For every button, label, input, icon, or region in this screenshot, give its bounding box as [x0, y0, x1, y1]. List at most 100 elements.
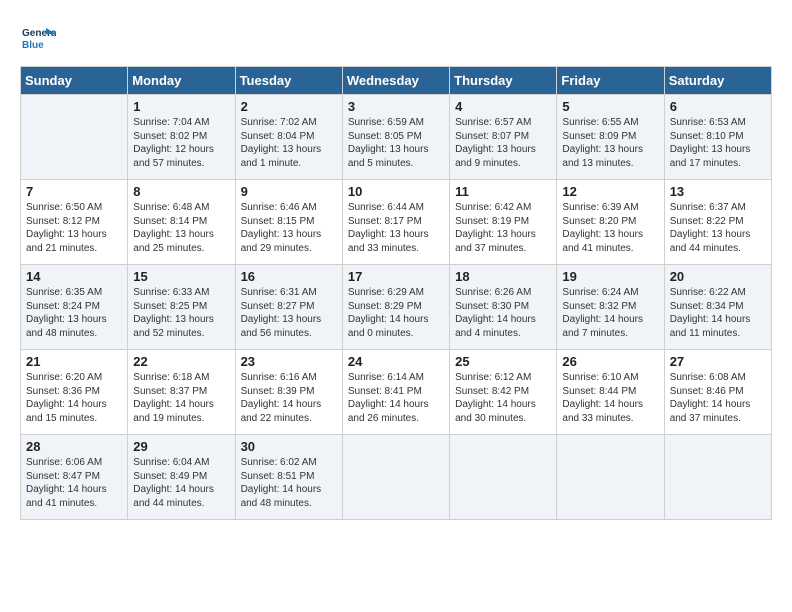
day-number: 8: [133, 184, 229, 199]
day-info: Sunrise: 6:59 AM Sunset: 8:05 PM Dayligh…: [348, 116, 444, 170]
calendar-cell: 10 Sunrise: 6:44 AM Sunset: 8:17 PM Dayli…: [342, 180, 449, 265]
day-info: Sunrise: 6:18 AM Sunset: 8:37 PM Dayligh…: [133, 371, 229, 425]
day-info: Sunrise: 7:04 AM Sunset: 8:02 PM Dayligh…: [133, 116, 229, 170]
day-info: Sunrise: 6:33 AM Sunset: 8:25 PM Dayligh…: [133, 286, 229, 340]
calendar-cell: 13 Sunrise: 6:37 AM Sunset: 8:22 PM Dayli…: [664, 180, 771, 265]
day-number: 22: [133, 354, 229, 369]
week-row-5: 28Sunrise: 6:06 AM Sunset: 8:47 PM Dayli…: [21, 435, 772, 520]
day-number: 4: [455, 99, 551, 114]
week-row-2: 7 Sunrise: 6:50 AM Sunset: 8:12 PM Daylig…: [21, 180, 772, 265]
week-row-3: 14 Sunrise: 6:35 AM Sunset: 8:24 PM Dayli…: [21, 265, 772, 350]
day-number: 13: [670, 184, 766, 199]
calendar-cell: 22 Sunrise: 6:18 AM Sunset: 8:37 PM Dayli…: [128, 350, 235, 435]
day-number: 30: [241, 439, 337, 454]
calendar-cell: 26 Sunrise: 6:10 AM Sunset: 8:44 PM Dayli…: [557, 350, 664, 435]
day-info: Sunrise: 6:48 AM Sunset: 8:14 PM Dayligh…: [133, 201, 229, 255]
week-row-4: 21 Sunrise: 6:20 AM Sunset: 8:36 PM Dayli…: [21, 350, 772, 435]
calendar-cell: 28Sunrise: 6:06 AM Sunset: 8:47 PM Dayli…: [21, 435, 128, 520]
calendar-cell: 18Sunrise: 6:26 AM Sunset: 8:30 PM Dayli…: [450, 265, 557, 350]
day-number: 12: [562, 184, 658, 199]
day-info: Sunrise: 6:39 AM Sunset: 8:20 PM Dayligh…: [562, 201, 658, 255]
day-number: 16: [241, 269, 337, 284]
day-info: Sunrise: 6:10 AM Sunset: 8:44 PM Dayligh…: [562, 371, 658, 425]
day-info: Sunrise: 6:04 AM Sunset: 8:49 PM Dayligh…: [133, 456, 229, 510]
calendar-cell: 24 Sunrise: 6:14 AM Sunset: 8:41 PM Dayli…: [342, 350, 449, 435]
calendar-cell: 25 Sunrise: 6:12 AM Sunset: 8:42 PM Dayli…: [450, 350, 557, 435]
calendar-table: SundayMondayTuesdayWednesdayThursdayFrid…: [20, 66, 772, 520]
day-info: Sunrise: 6:24 AM Sunset: 8:32 PM Dayligh…: [562, 286, 658, 340]
calendar-cell: [342, 435, 449, 520]
day-number: 10: [348, 184, 444, 199]
day-number: 27: [670, 354, 766, 369]
day-number: 3: [348, 99, 444, 114]
day-info: Sunrise: 6:37 AM Sunset: 8:22 PM Dayligh…: [670, 201, 766, 255]
day-info: Sunrise: 6:57 AM Sunset: 8:07 PM Dayligh…: [455, 116, 551, 170]
calendar-cell: 21 Sunrise: 6:20 AM Sunset: 8:36 PM Dayli…: [21, 350, 128, 435]
calendar-cell: 11Sunrise: 6:42 AM Sunset: 8:19 PM Dayli…: [450, 180, 557, 265]
calendar-cell: [557, 435, 664, 520]
calendar-cell: [21, 95, 128, 180]
calendar-cell: 27 Sunrise: 6:08 AM Sunset: 8:46 PM Dayli…: [664, 350, 771, 435]
day-number: 21: [26, 354, 122, 369]
day-header-saturday: Saturday: [664, 67, 771, 95]
day-header-wednesday: Wednesday: [342, 67, 449, 95]
calendar-cell: 29 Sunrise: 6:04 AM Sunset: 8:49 PM Dayli…: [128, 435, 235, 520]
calendar-cell: 2Sunrise: 7:02 AM Sunset: 8:04 PM Daylig…: [235, 95, 342, 180]
week-row-1: 1 Sunrise: 7:04 AM Sunset: 8:02 PM Daylig…: [21, 95, 772, 180]
day-number: 2: [241, 99, 337, 114]
day-number: 25: [455, 354, 551, 369]
day-number: 19: [562, 269, 658, 284]
day-info: Sunrise: 6:12 AM Sunset: 8:42 PM Dayligh…: [455, 371, 551, 425]
calendar-cell: 30 Sunrise: 6:02 AM Sunset: 8:51 PM Dayli…: [235, 435, 342, 520]
calendar-cell: 1 Sunrise: 7:04 AM Sunset: 8:02 PM Daylig…: [128, 95, 235, 180]
day-number: 26: [562, 354, 658, 369]
calendar-cell: 8 Sunrise: 6:48 AM Sunset: 8:14 PM Daylig…: [128, 180, 235, 265]
day-info: Sunrise: 6:22 AM Sunset: 8:34 PM Dayligh…: [670, 286, 766, 340]
day-number: 17: [348, 269, 444, 284]
day-info: Sunrise: 6:16 AM Sunset: 8:39 PM Dayligh…: [241, 371, 337, 425]
calendar-cell: 12 Sunrise: 6:39 AM Sunset: 8:20 PM Dayli…: [557, 180, 664, 265]
day-number: 7: [26, 184, 122, 199]
day-info: Sunrise: 6:08 AM Sunset: 8:46 PM Dayligh…: [670, 371, 766, 425]
day-info: Sunrise: 6:20 AM Sunset: 8:36 PM Dayligh…: [26, 371, 122, 425]
calendar-cell: 3 Sunrise: 6:59 AM Sunset: 8:05 PM Daylig…: [342, 95, 449, 180]
day-number: 1: [133, 99, 229, 114]
day-header-monday: Monday: [128, 67, 235, 95]
calendar-cell: [664, 435, 771, 520]
day-info: Sunrise: 6:14 AM Sunset: 8:41 PM Dayligh…: [348, 371, 444, 425]
day-header-thursday: Thursday: [450, 67, 557, 95]
day-number: 28: [26, 439, 122, 454]
logo: General Blue: [20, 20, 60, 56]
svg-text:Blue: Blue: [22, 40, 44, 51]
day-info: Sunrise: 6:26 AM Sunset: 8:30 PM Dayligh…: [455, 286, 551, 340]
calendar-cell: 15 Sunrise: 6:33 AM Sunset: 8:25 PM Dayli…: [128, 265, 235, 350]
day-info: Sunrise: 6:35 AM Sunset: 8:24 PM Dayligh…: [26, 286, 122, 340]
calendar-cell: 5 Sunrise: 6:55 AM Sunset: 8:09 PM Daylig…: [557, 95, 664, 180]
day-number: 24: [348, 354, 444, 369]
day-number: 5: [562, 99, 658, 114]
calendar-cell: 4 Sunrise: 6:57 AM Sunset: 8:07 PM Daylig…: [450, 95, 557, 180]
calendar-cell: 9Sunrise: 6:46 AM Sunset: 8:15 PM Daylig…: [235, 180, 342, 265]
calendar-cell: 17Sunrise: 6:29 AM Sunset: 8:29 PM Dayli…: [342, 265, 449, 350]
day-info: Sunrise: 6:50 AM Sunset: 8:12 PM Dayligh…: [26, 201, 122, 255]
day-info: Sunrise: 6:42 AM Sunset: 8:19 PM Dayligh…: [455, 201, 551, 255]
calendar-cell: 14 Sunrise: 6:35 AM Sunset: 8:24 PM Dayli…: [21, 265, 128, 350]
day-number: 9: [241, 184, 337, 199]
day-number: 23: [241, 354, 337, 369]
calendar-cell: 7 Sunrise: 6:50 AM Sunset: 8:12 PM Daylig…: [21, 180, 128, 265]
day-info: Sunrise: 6:53 AM Sunset: 8:10 PM Dayligh…: [670, 116, 766, 170]
day-info: Sunrise: 6:55 AM Sunset: 8:09 PM Dayligh…: [562, 116, 658, 170]
calendar-cell: 19 Sunrise: 6:24 AM Sunset: 8:32 PM Dayli…: [557, 265, 664, 350]
day-number: 14: [26, 269, 122, 284]
day-header-tuesday: Tuesday: [235, 67, 342, 95]
day-info: Sunrise: 6:02 AM Sunset: 8:51 PM Dayligh…: [241, 456, 337, 510]
calendar-cell: [450, 435, 557, 520]
day-number: 20: [670, 269, 766, 284]
day-number: 29: [133, 439, 229, 454]
day-header-sunday: Sunday: [21, 67, 128, 95]
day-info: Sunrise: 6:31 AM Sunset: 8:27 PM Dayligh…: [241, 286, 337, 340]
day-info: Sunrise: 6:44 AM Sunset: 8:17 PM Dayligh…: [348, 201, 444, 255]
calendar-cell: 20 Sunrise: 6:22 AM Sunset: 8:34 PM Dayli…: [664, 265, 771, 350]
day-number: 15: [133, 269, 229, 284]
logo-icon: General Blue: [20, 20, 56, 56]
